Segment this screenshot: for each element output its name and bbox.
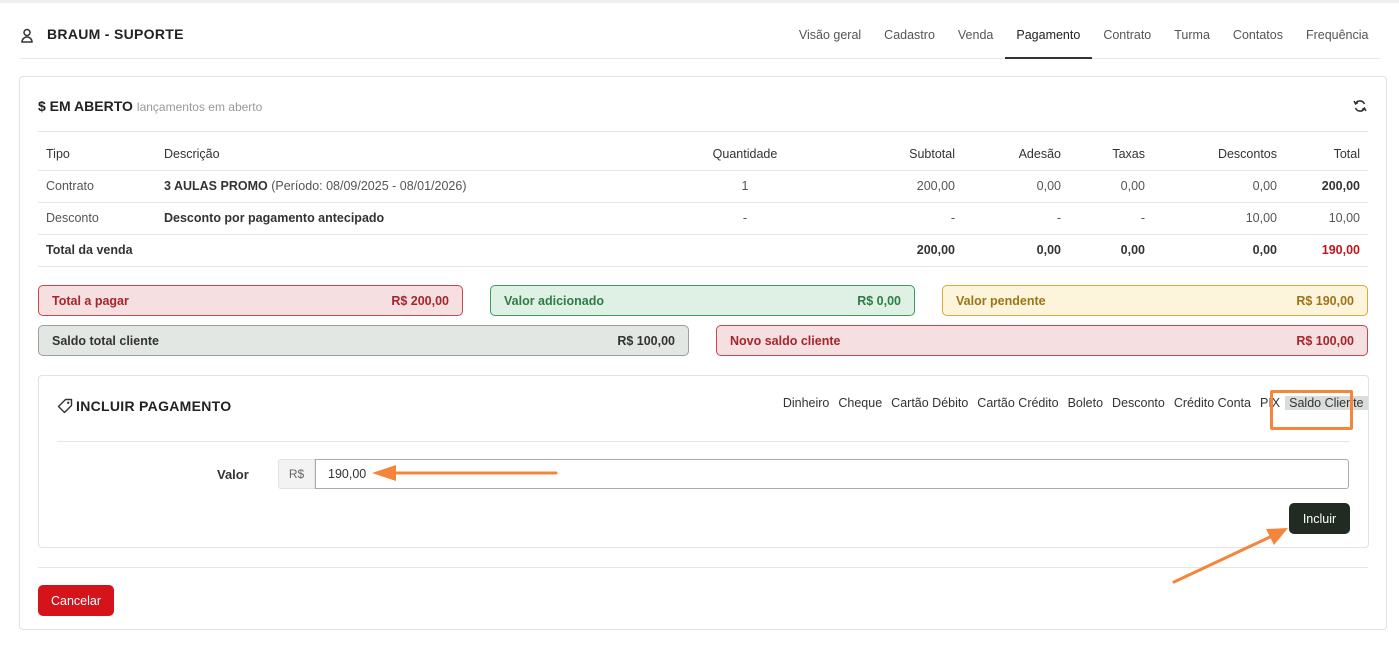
valor-label: Valor [217,467,249,482]
valor-pendente-box: Valor pendente R$ 190,00 [942,285,1368,316]
cell-taxas: - [1069,202,1153,235]
open-section-title-text: $ EM ABERTO [38,98,133,114]
cell-descricao: Desconto por pagamento antecipado [156,202,671,235]
tab-contrato[interactable]: Contrato [1092,15,1163,59]
cell-adesao: - [963,202,1069,235]
cell-quantidade: - [671,202,819,235]
total-adesao: 0,00 [963,234,1069,267]
novo-saldo-cliente-label: Novo saldo cliente [730,333,841,348]
cell-quantidade: 1 [671,170,819,203]
total-a-pagar-box: Total a pagar R$ 200,00 [38,285,463,316]
refresh-icon[interactable] [1353,99,1367,113]
column-header: Quantidade [671,139,819,171]
method-desconto[interactable]: Desconto [1108,396,1170,410]
incluir-button[interactable]: Incluir [1289,503,1350,534]
open-items-table: Tipo Descrição Quantidade Subtotal Adesã… [38,139,1368,267]
valor-adicionado-label: Valor adicionado [504,293,605,308]
total-total: 190,00 [1285,234,1368,267]
column-header: Descrição [156,139,671,171]
novo-saldo-cliente-box: Novo saldo cliente R$ 100,00 [716,325,1368,356]
tab-frequencia[interactable]: Frequência [1294,15,1380,59]
cancelar-button[interactable]: Cancelar [38,585,114,616]
user-icon [21,28,33,43]
tab-bar: Visão geral Cadastro Venda Pagamento Con… [787,15,1380,59]
column-header: Adesão [963,139,1069,171]
divider [38,131,1368,132]
tab-visao-geral[interactable]: Visão geral [787,15,872,59]
table-row: Desconto Desconto por pagamento antecipa… [38,202,1368,235]
open-section-subtitle: lançamentos em aberto [136,100,263,114]
method-cheque[interactable]: Cheque [834,396,887,410]
tab-turma[interactable]: Turma [1163,15,1222,59]
column-header: Subtotal [819,139,963,171]
client-header: BRAUM - SUPORTE Visão geral Cadastro Ven… [20,15,1380,59]
table-total-row: Total da venda 200,00 0,00 0,00 0,00 190… [38,234,1368,267]
descricao-extra: (Período: 08/09/2025 - 08/01/2026) [271,179,467,193]
cell-descricao: 3 AULAS PROMO (Período: 08/09/2025 - 08/… [156,170,671,203]
column-header: Descontos [1153,139,1285,171]
cell-tipo: Contrato [38,170,156,203]
divider [57,441,1350,442]
column-header: Tipo [38,139,156,171]
method-cartao-debito[interactable]: Cartão Débito [887,396,973,410]
valor-pendente-value: R$ 190,00 [1296,293,1354,308]
saldo-total-cliente-label: Saldo total cliente [52,333,159,348]
valor-input[interactable] [315,459,1349,489]
cell-total: 10,00 [1285,202,1368,235]
valor-adicionado-box: Valor adicionado R$ 0,00 [490,285,915,316]
incluir-pagamento-title: INCLUIR PAGAMENTO [76,398,232,414]
total-taxas: 0,00 [1069,234,1153,267]
tag-icon [57,398,73,414]
cell-descontos: 0,00 [1153,170,1285,203]
tab-contatos[interactable]: Contatos [1221,15,1294,59]
cell-taxas: 0,00 [1069,170,1153,203]
total-subtotal: 200,00 [819,234,963,267]
valor-pendente-label: Valor pendente [956,293,1046,308]
method-cartao-credito[interactable]: Cartão Crédito [973,396,1063,410]
tab-cadastro[interactable]: Cadastro [873,15,947,59]
tab-venda[interactable]: Venda [946,15,1004,59]
total-label: Total da venda [38,234,819,267]
currency-prefix: R$ [278,459,315,489]
cell-subtotal: 200,00 [819,170,963,203]
cell-subtotal: - [819,202,963,235]
client-name: BRAUM - SUPORTE [47,26,184,42]
method-credito-conta[interactable]: Crédito Conta [1169,396,1255,410]
tab-pagamento[interactable]: Pagamento [1004,15,1092,59]
payment-card: $ EM ABERTO lançamentos em aberto Tipo De… [19,76,1387,630]
table-row: Contrato 3 AULAS PROMO (Período: 08/09/2… [38,170,1368,203]
descricao-bold: Desconto por pagamento antecipado [164,211,385,225]
valor-adicionado-value: R$ 0,00 [857,293,901,308]
total-a-pagar-value: R$ 200,00 [391,293,449,308]
saldo-total-cliente-value: R$ 100,00 [617,333,675,348]
saldo-total-cliente-box: Saldo total cliente R$ 100,00 [38,325,689,356]
total-a-pagar-label: Total a pagar [52,293,129,308]
column-header: Taxas [1069,139,1153,171]
page: BRAUM - SUPORTE Visão geral Cadastro Ven… [0,0,1399,658]
descricao-bold: 3 AULAS PROMO [164,179,268,193]
table-header-row: Tipo Descrição Quantidade Subtotal Adesã… [38,139,1368,171]
saldo-cliente-highlight [1270,390,1353,430]
method-dinheiro[interactable]: Dinheiro [778,396,834,410]
novo-saldo-cliente-value: R$ 100,00 [1296,333,1354,348]
column-header: Total [1285,139,1368,171]
divider [38,567,1368,568]
method-boleto[interactable]: Boleto [1063,396,1107,410]
cell-tipo: Desconto [38,202,156,235]
incluir-pagamento-panel: INCLUIR PAGAMENTO Dinheiro Cheque Cartão… [38,375,1369,548]
cell-adesao: 0,00 [963,170,1069,203]
cell-descontos: 10,00 [1153,202,1285,235]
open-section-title: $ EM ABERTO lançamentos em aberto [38,98,262,114]
total-descontos: 0,00 [1153,234,1285,267]
cell-total: 200,00 [1285,170,1368,203]
